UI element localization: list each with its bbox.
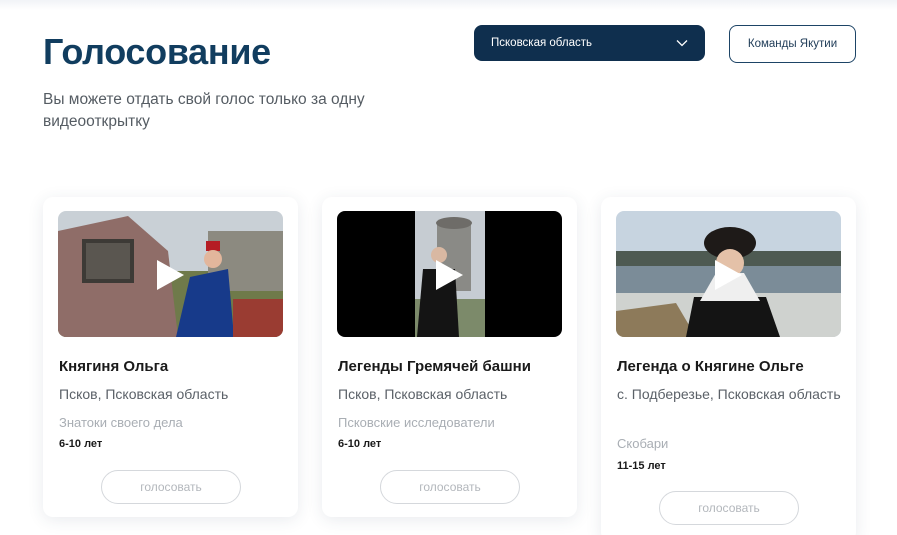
vote-button[interactable]: голосовать (659, 491, 799, 525)
video-card: Княгиня Ольга Псков, Псковская область З… (43, 197, 298, 517)
vote-button[interactable]: голосовать (380, 470, 520, 504)
play-icon[interactable] (713, 259, 743, 291)
card-location: Псков, Псковская область (338, 386, 508, 402)
yakutia-teams-button[interactable]: Команды Якутии (729, 25, 856, 63)
video-thumbnail[interactable] (337, 211, 562, 337)
top-bar-shadow (0, 0, 897, 10)
card-age: 11-15 лет (617, 460, 666, 472)
vote-button[interactable]: голосовать (101, 470, 241, 504)
card-age: 6-10 лет (338, 438, 382, 450)
card-location: с. Подберезье, Псковская область (617, 386, 841, 402)
page-title: Голосование (43, 31, 271, 72)
video-card: Легенды Гремячей башни Псков, Псковская … (322, 197, 577, 517)
card-team: Знатоки своего дела (59, 415, 183, 430)
page-subtitle: Вы можете отдать свой голос только за од… (43, 91, 365, 130)
card-title: Легенда о Княгине Ольге (617, 358, 804, 375)
video-thumbnail[interactable] (616, 211, 841, 337)
region-select[interactable]: Псковская область (474, 25, 705, 61)
play-icon[interactable] (155, 259, 185, 291)
card-team: Скобари (617, 436, 669, 451)
chevron-down-icon (676, 40, 688, 47)
voting-page: Голосование Вы можете отдать свой голос … (0, 0, 897, 535)
region-select-value: Псковская область (491, 37, 592, 49)
card-location: Псков, Псковская область (59, 386, 229, 402)
card-age: 6-10 лет (59, 438, 103, 450)
video-card: Легенда о Княгине Ольге с. Подберезье, П… (601, 197, 856, 535)
card-title: Легенды Гремячей башни (338, 358, 531, 375)
card-title: Княгиня Ольга (59, 358, 169, 375)
card-team: Псковские исследователи (338, 415, 495, 430)
video-thumbnail[interactable] (58, 211, 283, 337)
play-icon[interactable] (434, 259, 464, 291)
